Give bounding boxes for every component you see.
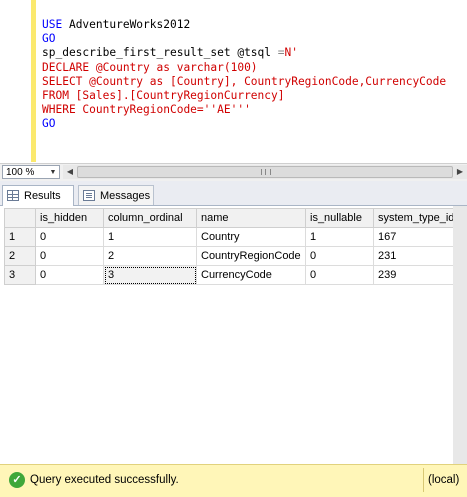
code-line[interactable]: WHERE CountryRegionCode=''AE''' bbox=[42, 103, 446, 117]
scrollbar-thumb[interactable] bbox=[77, 166, 453, 178]
status-divider bbox=[423, 468, 424, 492]
column-header[interactable]: column_ordinal bbox=[103, 208, 197, 228]
cell-is-hidden[interactable]: 0 bbox=[35, 265, 104, 285]
row-number[interactable]: 2 bbox=[4, 246, 36, 266]
cell-column-ordinal-selected[interactable]: 3 bbox=[103, 265, 197, 285]
code-token: sp_describe_first_result_set bbox=[42, 46, 238, 60]
code-token: SELECT @Country as [Country], CountryReg… bbox=[42, 74, 447, 88]
cell-is-nullable[interactable]: 1 bbox=[305, 227, 374, 247]
cell-name[interactable]: Country bbox=[196, 227, 306, 247]
chevron-down-icon[interactable]: ▼ bbox=[48, 167, 58, 178]
sql-code[interactable]: USE AdventureWorks2012 GO sp_describe_firs… bbox=[42, 18, 446, 132]
tab-messages[interactable]: Messages bbox=[78, 185, 154, 205]
cell-system-type-id[interactable]: 239 bbox=[373, 265, 466, 285]
results-pane: Results Messages is_hidden column_ordina… bbox=[0, 181, 467, 464]
code-line[interactable]: GO bbox=[42, 32, 446, 46]
column-header[interactable]: name bbox=[196, 208, 306, 228]
success-check-icon: ✓ bbox=[9, 472, 25, 488]
results-tab-strip: Results Messages bbox=[0, 181, 467, 206]
code-line[interactable]: GO bbox=[42, 117, 446, 131]
column-header[interactable]: is_nullable bbox=[305, 208, 374, 228]
cell-is-nullable[interactable]: 0 bbox=[305, 265, 374, 285]
code-line[interactable]: sp_describe_first_result_set @tsql =N' bbox=[42, 46, 446, 60]
column-header[interactable]: is_hidden bbox=[35, 208, 104, 228]
tab-results[interactable]: Results bbox=[2, 185, 74, 206]
cell-name[interactable]: CountryRegionCode bbox=[196, 246, 306, 266]
cell-column-ordinal[interactable]: 2 bbox=[103, 246, 197, 266]
table-row[interactable]: 3 0 3 CurrencyCode 0 239 bbox=[4, 265, 466, 285]
code-token: FROM [Sales].[CountryRegionCurrency] bbox=[42, 88, 285, 102]
code-token: DECLARE @Country as varchar(100) bbox=[42, 60, 258, 74]
editor-horizontal-scrollbar[interactable]: ◀ ▶ bbox=[63, 165, 467, 179]
column-header[interactable]: system_type_id bbox=[373, 208, 466, 228]
code-token: WHERE CountryRegionCode=''AE''' bbox=[42, 103, 251, 117]
code-line[interactable]: DECLARE @Country as varchar(100) bbox=[42, 61, 446, 75]
code-token: = bbox=[277, 46, 285, 60]
results-vertical-scrollbar[interactable] bbox=[453, 206, 467, 464]
status-bar: ✓ Query executed successfully. (local) bbox=[0, 464, 467, 497]
cell-system-type-id[interactable]: 167 bbox=[373, 227, 466, 247]
results-grid[interactable]: is_hidden column_ordinal name is_nullabl… bbox=[4, 208, 466, 285]
row-number[interactable]: 1 bbox=[4, 227, 36, 247]
grid-header-row: is_hidden column_ordinal name is_nullabl… bbox=[4, 208, 466, 228]
tab-label: Messages bbox=[100, 190, 151, 202]
code-token: GO bbox=[42, 117, 56, 131]
server-name: (local) bbox=[428, 474, 460, 486]
code-token: GO bbox=[42, 32, 56, 46]
grid-icon bbox=[7, 190, 19, 201]
code-token: N' bbox=[284, 46, 298, 60]
cell-column-ordinal[interactable]: 1 bbox=[103, 227, 197, 247]
zoom-value: 100 % bbox=[6, 167, 35, 178]
table-row[interactable]: 2 0 2 CountryRegionCode 0 231 bbox=[4, 246, 466, 266]
table-row[interactable]: 1 0 1 Country 1 167 bbox=[4, 227, 466, 247]
scroll-right-icon[interactable]: ▶ bbox=[453, 165, 467, 179]
code-token: AdventureWorks2012 bbox=[68, 18, 191, 31]
status-message: Query executed successfully. bbox=[30, 474, 179, 486]
editor-bottom-strip: 100 % ▼ ◀ ▶ bbox=[0, 163, 467, 182]
grip-icon bbox=[261, 169, 271, 175]
tab-label: Results bbox=[24, 190, 61, 202]
zoom-dropdown[interactable]: 100 % ▼ bbox=[2, 165, 60, 179]
changed-lines-marker bbox=[31, 0, 36, 162]
cell-is-nullable[interactable]: 0 bbox=[305, 246, 374, 266]
messages-icon bbox=[83, 190, 95, 201]
code-line[interactable]: SELECT @Country as [Country], CountryReg… bbox=[42, 75, 446, 89]
code-token: @tsql bbox=[237, 46, 278, 60]
code-token: USE bbox=[42, 18, 69, 31]
cell-is-hidden[interactable]: 0 bbox=[35, 227, 104, 247]
code-line[interactable]: FROM [Sales].[CountryRegionCurrency] bbox=[42, 89, 446, 103]
row-number[interactable]: 3 bbox=[4, 265, 36, 285]
cell-name[interactable]: CurrencyCode bbox=[196, 265, 306, 285]
code-line[interactable]: USE AdventureWorks2012 bbox=[42, 18, 446, 32]
scroll-left-icon[interactable]: ◀ bbox=[63, 165, 77, 179]
query-editor[interactable]: USE AdventureWorks2012 GO sp_describe_firs… bbox=[0, 0, 467, 162]
grid-corner-cell[interactable] bbox=[4, 208, 36, 228]
cell-is-hidden[interactable]: 0 bbox=[35, 246, 104, 266]
cell-system-type-id[interactable]: 231 bbox=[373, 246, 466, 266]
